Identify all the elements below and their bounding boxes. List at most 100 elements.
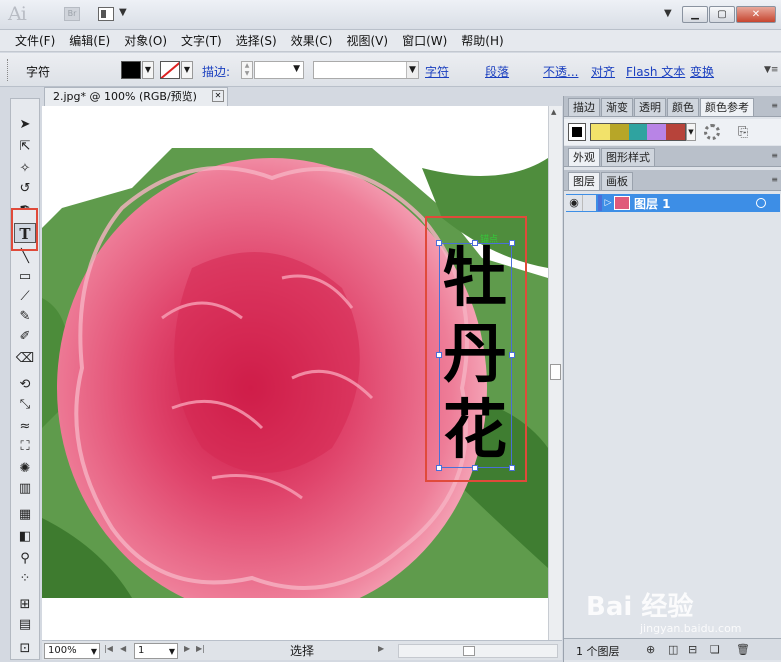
panel-menu-icon[interactable]: ≡ — [771, 175, 778, 184]
clipping-mask-icon[interactable]: ◫ — [668, 643, 678, 656]
pencil-icon[interactable]: ✎ — [14, 307, 36, 327]
menu-edit[interactable]: 编辑(E) — [62, 32, 117, 49]
tab-graphic-styles[interactable]: 图形样式 — [601, 148, 655, 166]
menu-effect[interactable]: 效果(C) — [284, 32, 340, 49]
lasso-icon[interactable]: ↺ — [14, 179, 36, 199]
fill-dropdown[interactable]: ▼ — [142, 61, 154, 79]
save-color-group-icon[interactable]: ⎘ — [738, 125, 748, 140]
paragraph-link[interactable]: 段落 — [485, 63, 509, 80]
zoom-icon[interactable]: ⊡ — [14, 639, 36, 659]
guide-color-swatch[interactable] — [591, 124, 610, 140]
tab-layers[interactable]: 图层 — [568, 172, 600, 190]
expand-triangle-icon[interactable]: ▷ — [602, 198, 614, 208]
visibility-eye-icon[interactable]: ◉ — [566, 195, 582, 211]
new-layer-icon[interactable]: ❏ — [710, 643, 720, 656]
tab-transparency[interactable]: 透明 — [634, 98, 666, 116]
last-page-icon[interactable]: ▶| — [196, 644, 205, 653]
character-link[interactable]: 字符 — [425, 63, 449, 80]
warp-icon[interactable]: ≈ — [14, 417, 36, 437]
tab-color-guide[interactable]: 颜色参考 — [700, 98, 754, 116]
tab-appearance[interactable]: 外观 — [568, 148, 600, 166]
menu-help[interactable]: 帮助(H) — [454, 32, 510, 49]
opacity-link[interactable]: 不透... — [543, 63, 578, 80]
chevron-down-icon[interactable]: ▼ — [91, 645, 97, 659]
scroll-thumb[interactable] — [550, 364, 561, 380]
style-field[interactable]: ▼ — [313, 61, 419, 79]
guide-color-swatch[interactable] — [609, 124, 629, 140]
next-page-icon[interactable]: ▶ — [184, 644, 190, 653]
stroke-weight-field[interactable]: ▼ — [254, 61, 304, 79]
stroke-weight-stepper[interactable]: ▲ ▼ — [241, 61, 253, 79]
new-sublayer-icon[interactable]: ⊟ — [688, 643, 697, 656]
artboard-icon[interactable]: ⊞ — [14, 595, 36, 615]
locate-object-icon[interactable]: ⊕ — [646, 643, 655, 656]
transform-link[interactable]: 变换 — [690, 63, 714, 80]
chevron-down-icon[interactable]: ▼ — [406, 62, 418, 78]
target-circle-icon[interactable] — [756, 198, 766, 208]
scroll-up-icon[interactable]: ▲ — [551, 108, 556, 116]
document-tab[interactable]: 2.jpg* @ 100% (RGB/预览) ✕ — [44, 87, 228, 106]
tab-artboards[interactable]: 画板 — [601, 172, 633, 190]
rectangle-icon[interactable]: ▭ — [14, 267, 36, 287]
scale-icon[interactable]: ⤡ — [14, 395, 36, 415]
status-mode[interactable]: 选择 — [212, 643, 392, 659]
status-menu-icon[interactable]: ▶ — [378, 644, 384, 653]
blend-icon[interactable]: ⁘ — [14, 569, 36, 589]
tab-color[interactable]: 颜色 — [667, 98, 699, 116]
eraser-icon[interactable]: ⌫ — [14, 349, 36, 369]
page-field[interactable]: 1 ▼ — [134, 643, 178, 659]
first-page-icon[interactable]: |◀ — [104, 644, 113, 653]
scroll-thumb[interactable] — [463, 646, 475, 656]
selection-icon[interactable]: ➤ — [14, 115, 36, 135]
panel-menu-icon[interactable]: ≡ — [771, 151, 778, 160]
stroke-label[interactable]: 描边: — [202, 63, 230, 80]
blob-brush-icon[interactable]: ✐ — [14, 327, 36, 347]
horizontal-scrollbar[interactable] — [398, 644, 558, 658]
options-menu-icon[interactable]: ▼≡ — [764, 65, 778, 75]
vertical-scrollbar[interactable]: ▲ — [548, 106, 562, 640]
close-tab-icon[interactable]: ✕ — [212, 90, 224, 102]
chevron-down-icon[interactable]: ▼ — [119, 7, 127, 18]
magic-wand-icon[interactable]: ✧ — [14, 159, 36, 179]
layer-name[interactable]: 图层 1 — [634, 195, 756, 212]
rotate-icon[interactable]: ⟲ — [14, 375, 36, 395]
stroke-swatch[interactable] — [160, 61, 180, 79]
menu-window[interactable]: 窗口(W) — [395, 32, 454, 49]
layer-row[interactable]: ◉ ▷ 图层 1 — [566, 194, 780, 212]
stroke-dropdown[interactable]: ▼ — [181, 61, 193, 79]
symbol-sprayer-icon[interactable]: ✺ — [14, 459, 36, 479]
mesh-icon[interactable]: ▦ — [14, 505, 36, 525]
fill-swatch[interactable] — [121, 61, 141, 79]
free-transform-icon[interactable]: ⛶ — [14, 437, 36, 457]
chevron-down-icon[interactable]: ▼ — [293, 64, 300, 74]
harmony-colors-strip[interactable] — [590, 123, 686, 141]
graph-icon[interactable]: ▥ — [14, 479, 36, 499]
edit-colors-icon[interactable] — [704, 124, 720, 140]
menu-view[interactable]: 视图(V) — [339, 32, 395, 49]
gradient-icon[interactable]: ◧ — [14, 527, 36, 547]
eyedropper-icon[interactable]: ⚲ — [14, 549, 36, 569]
guide-color-swatch[interactable] — [647, 124, 667, 140]
delete-layer-icon[interactable]: 🗑 — [736, 643, 750, 656]
direct-selection-icon[interactable]: ⇱ — [14, 137, 36, 157]
panel-menu-icon[interactable]: ≡ — [771, 101, 778, 110]
close-button[interactable]: ✕ — [736, 6, 776, 23]
flash-text-link[interactable]: Flash 文本 — [626, 63, 685, 80]
lock-toggle[interactable] — [582, 195, 596, 211]
slice-icon[interactable]: ▤ — [14, 615, 36, 635]
zoom-field[interactable]: 100% ▼ — [44, 643, 100, 659]
tab-stroke[interactable]: 描边 — [568, 98, 600, 116]
prev-page-icon[interactable]: ◀ — [120, 644, 126, 653]
workspace-switcher-chevron-icon[interactable]: ▼ — [664, 8, 672, 19]
guide-color-swatch[interactable] — [666, 124, 685, 140]
chevron-down-icon[interactable]: ▼ — [169, 645, 175, 659]
guide-color-swatch[interactable] — [628, 124, 648, 140]
base-color-swatch[interactable] — [568, 123, 586, 141]
align-link[interactable]: 对齐 — [591, 63, 615, 80]
harmony-rules-dropdown[interactable]: ▼ — [686, 123, 696, 141]
minimize-button[interactable]: ▁ — [682, 6, 708, 23]
menu-object[interactable]: 对象(O) — [117, 32, 174, 49]
menu-type[interactable]: 文字(T) — [174, 32, 229, 49]
tab-gradient[interactable]: 渐变 — [601, 98, 633, 116]
paintbrush-icon[interactable]: ⟋ — [14, 287, 36, 307]
